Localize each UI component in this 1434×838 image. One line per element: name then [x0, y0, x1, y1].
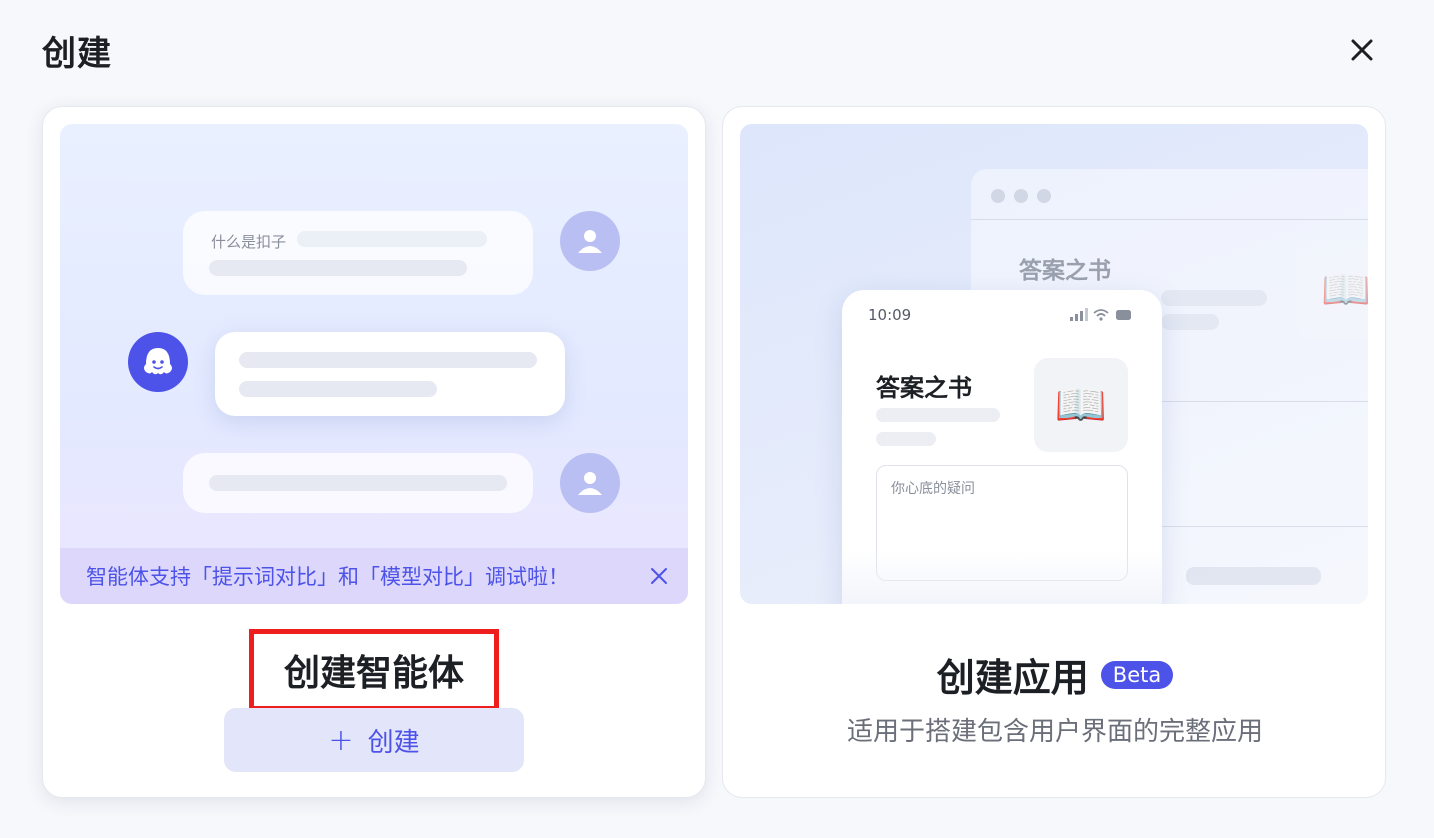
notice-text: 智能体支持「提示词对比」和「模型对比」调试啦！	[86, 565, 569, 589]
user-message-bubble	[183, 453, 533, 513]
divider	[971, 219, 1368, 220]
bot-ghost-icon	[144, 348, 172, 375]
window-dot	[1037, 189, 1051, 203]
app-preview-illustration: 答案之书 📖 10:09 答案之书 📖 你心底的疑问	[740, 124, 1368, 604]
book-icon: 📖	[1296, 239, 1368, 339]
background-app-title: 答案之书	[1019, 258, 1111, 284]
placeholder-bar	[239, 352, 537, 368]
user-avatar	[560, 453, 620, 513]
placeholder-bar	[876, 408, 1000, 422]
user-icon	[578, 472, 602, 495]
app-card-title: 创建应用	[936, 656, 1089, 700]
agent-preview-illustration: 什么是扣子 智能体支持「提示词对比」和「模型对比」调试啦！	[60, 124, 688, 604]
phone-app-title: 答案之书	[876, 374, 972, 402]
bot-avatar	[128, 332, 188, 392]
app-card-title-row: 创建应用 Beta	[723, 647, 1387, 702]
user-question-text: 什么是扣子	[211, 233, 287, 251]
beta-badge: Beta	[1100, 660, 1174, 689]
user-icon	[578, 230, 602, 253]
phone-mockup: 10:09 答案之书 📖 你心底的疑问	[842, 290, 1162, 604]
fade-overlay	[842, 550, 1162, 604]
window-dot	[1014, 189, 1028, 203]
user-avatar	[560, 211, 620, 271]
placeholder-bar	[209, 260, 467, 276]
close-icon[interactable]	[1350, 38, 1374, 62]
placeholder-bar	[1161, 290, 1267, 306]
placeholder-bar	[1161, 314, 1219, 330]
agent-card-title: 创建智能体	[249, 629, 499, 711]
signal-battery-icon	[1070, 308, 1131, 321]
plus-icon: +	[328, 722, 354, 758]
close-dialog-button[interactable]	[1346, 34, 1378, 66]
app-card-subtitle: 适用于搭建包含用户界面的完整应用	[846, 717, 1263, 747]
create-app-card[interactable]: 答案之书 📖 10:09 答案之书 📖 你心底的疑问 创建应用 Beta 适用于…	[722, 106, 1386, 798]
phone-time: 10:09	[868, 306, 912, 324]
create-agent-button[interactable]: + 创建	[224, 708, 524, 772]
placeholder-bar	[239, 381, 437, 397]
placeholder-bar	[209, 475, 507, 491]
create-button-label: 创建	[367, 727, 420, 758]
feature-notice-banner: 智能体支持「提示词对比」和「模型对比」调试啦！	[60, 548, 688, 604]
placeholder-bar	[876, 432, 936, 446]
dialog-title: 创建	[42, 34, 112, 74]
book-icon: 📖	[1034, 358, 1128, 452]
placeholder-bar	[297, 231, 487, 247]
create-agent-card[interactable]: 什么是扣子 智能体支持「提示词对比」和「模型对比」调试啦！ 创建智能体 + 创建	[42, 106, 706, 798]
close-icon[interactable]	[648, 565, 670, 587]
bot-reply-bubble	[215, 332, 565, 416]
window-dot	[991, 189, 1005, 203]
user-question-bubble: 什么是扣子	[183, 211, 533, 295]
placeholder-bar	[1186, 567, 1321, 585]
